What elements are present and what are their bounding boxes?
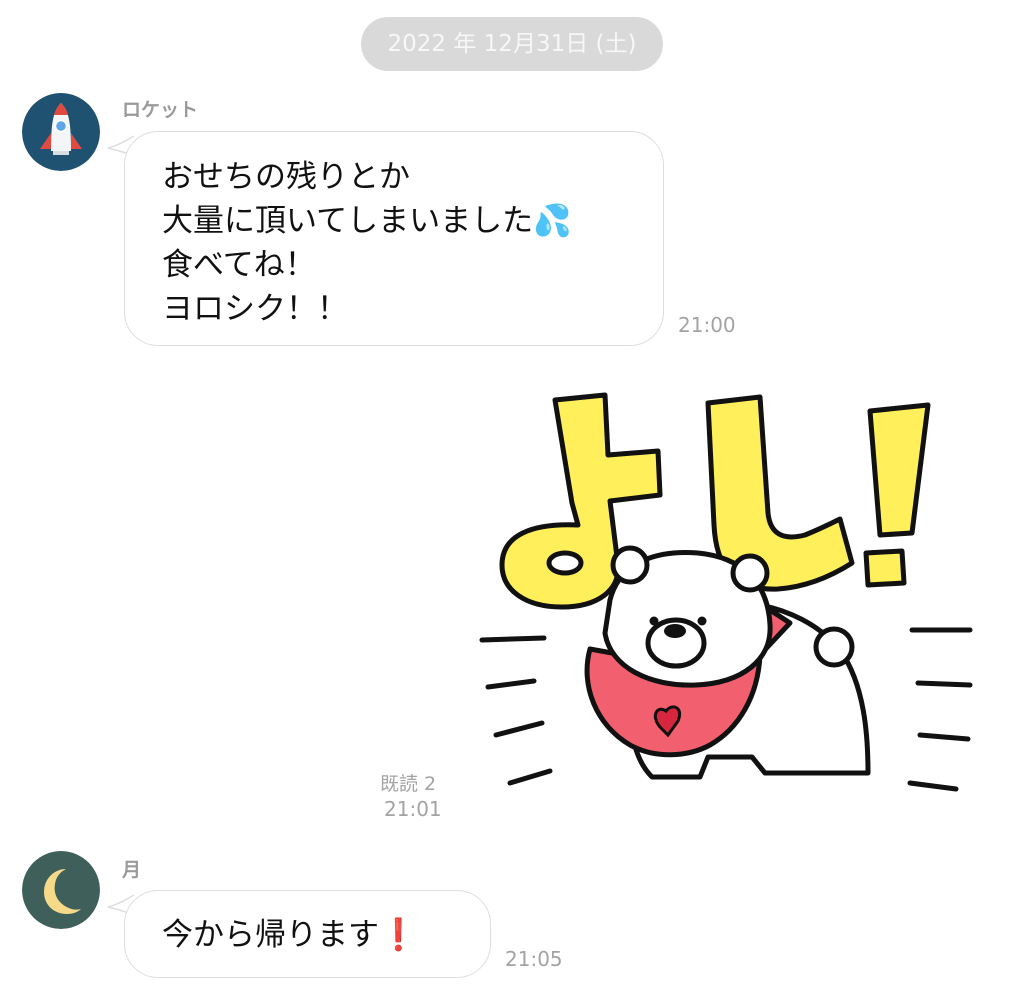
message-line: 今から帰ります❗ [162,917,418,953]
sender-avatar-moon[interactable] [22,851,100,929]
sender-name: 月 [122,859,142,881]
message-bubble[interactable]: おせちの残りとか 大量に頂いてしまいました💦 食べてね！ ヨロシク！！ [124,131,664,346]
message-time: 21:00 [678,313,736,337]
message-line: 大量に頂いてしまいました💦 [162,203,572,239]
message-time: 21:05 [505,947,563,971]
sticker-message[interactable] [470,385,990,815]
date-separator: 2022 年 12月31日 (土) [361,17,663,71]
rocket-icon [22,93,100,171]
message-line: 食べてね！ [162,247,316,283]
message-bubble[interactable]: 今から帰ります❗ [124,890,491,978]
message-line: おせちの残りとか [162,159,410,195]
bear-sticker-image [479,392,973,792]
sender-avatar-rocket[interactable] [22,93,100,171]
message-line: ヨロシク！！ [162,291,348,327]
moon-icon [22,851,100,929]
sender-name: ロケット [122,99,199,121]
message-time: 21:01 [384,797,442,821]
read-status: 既読 2 [380,773,437,795]
